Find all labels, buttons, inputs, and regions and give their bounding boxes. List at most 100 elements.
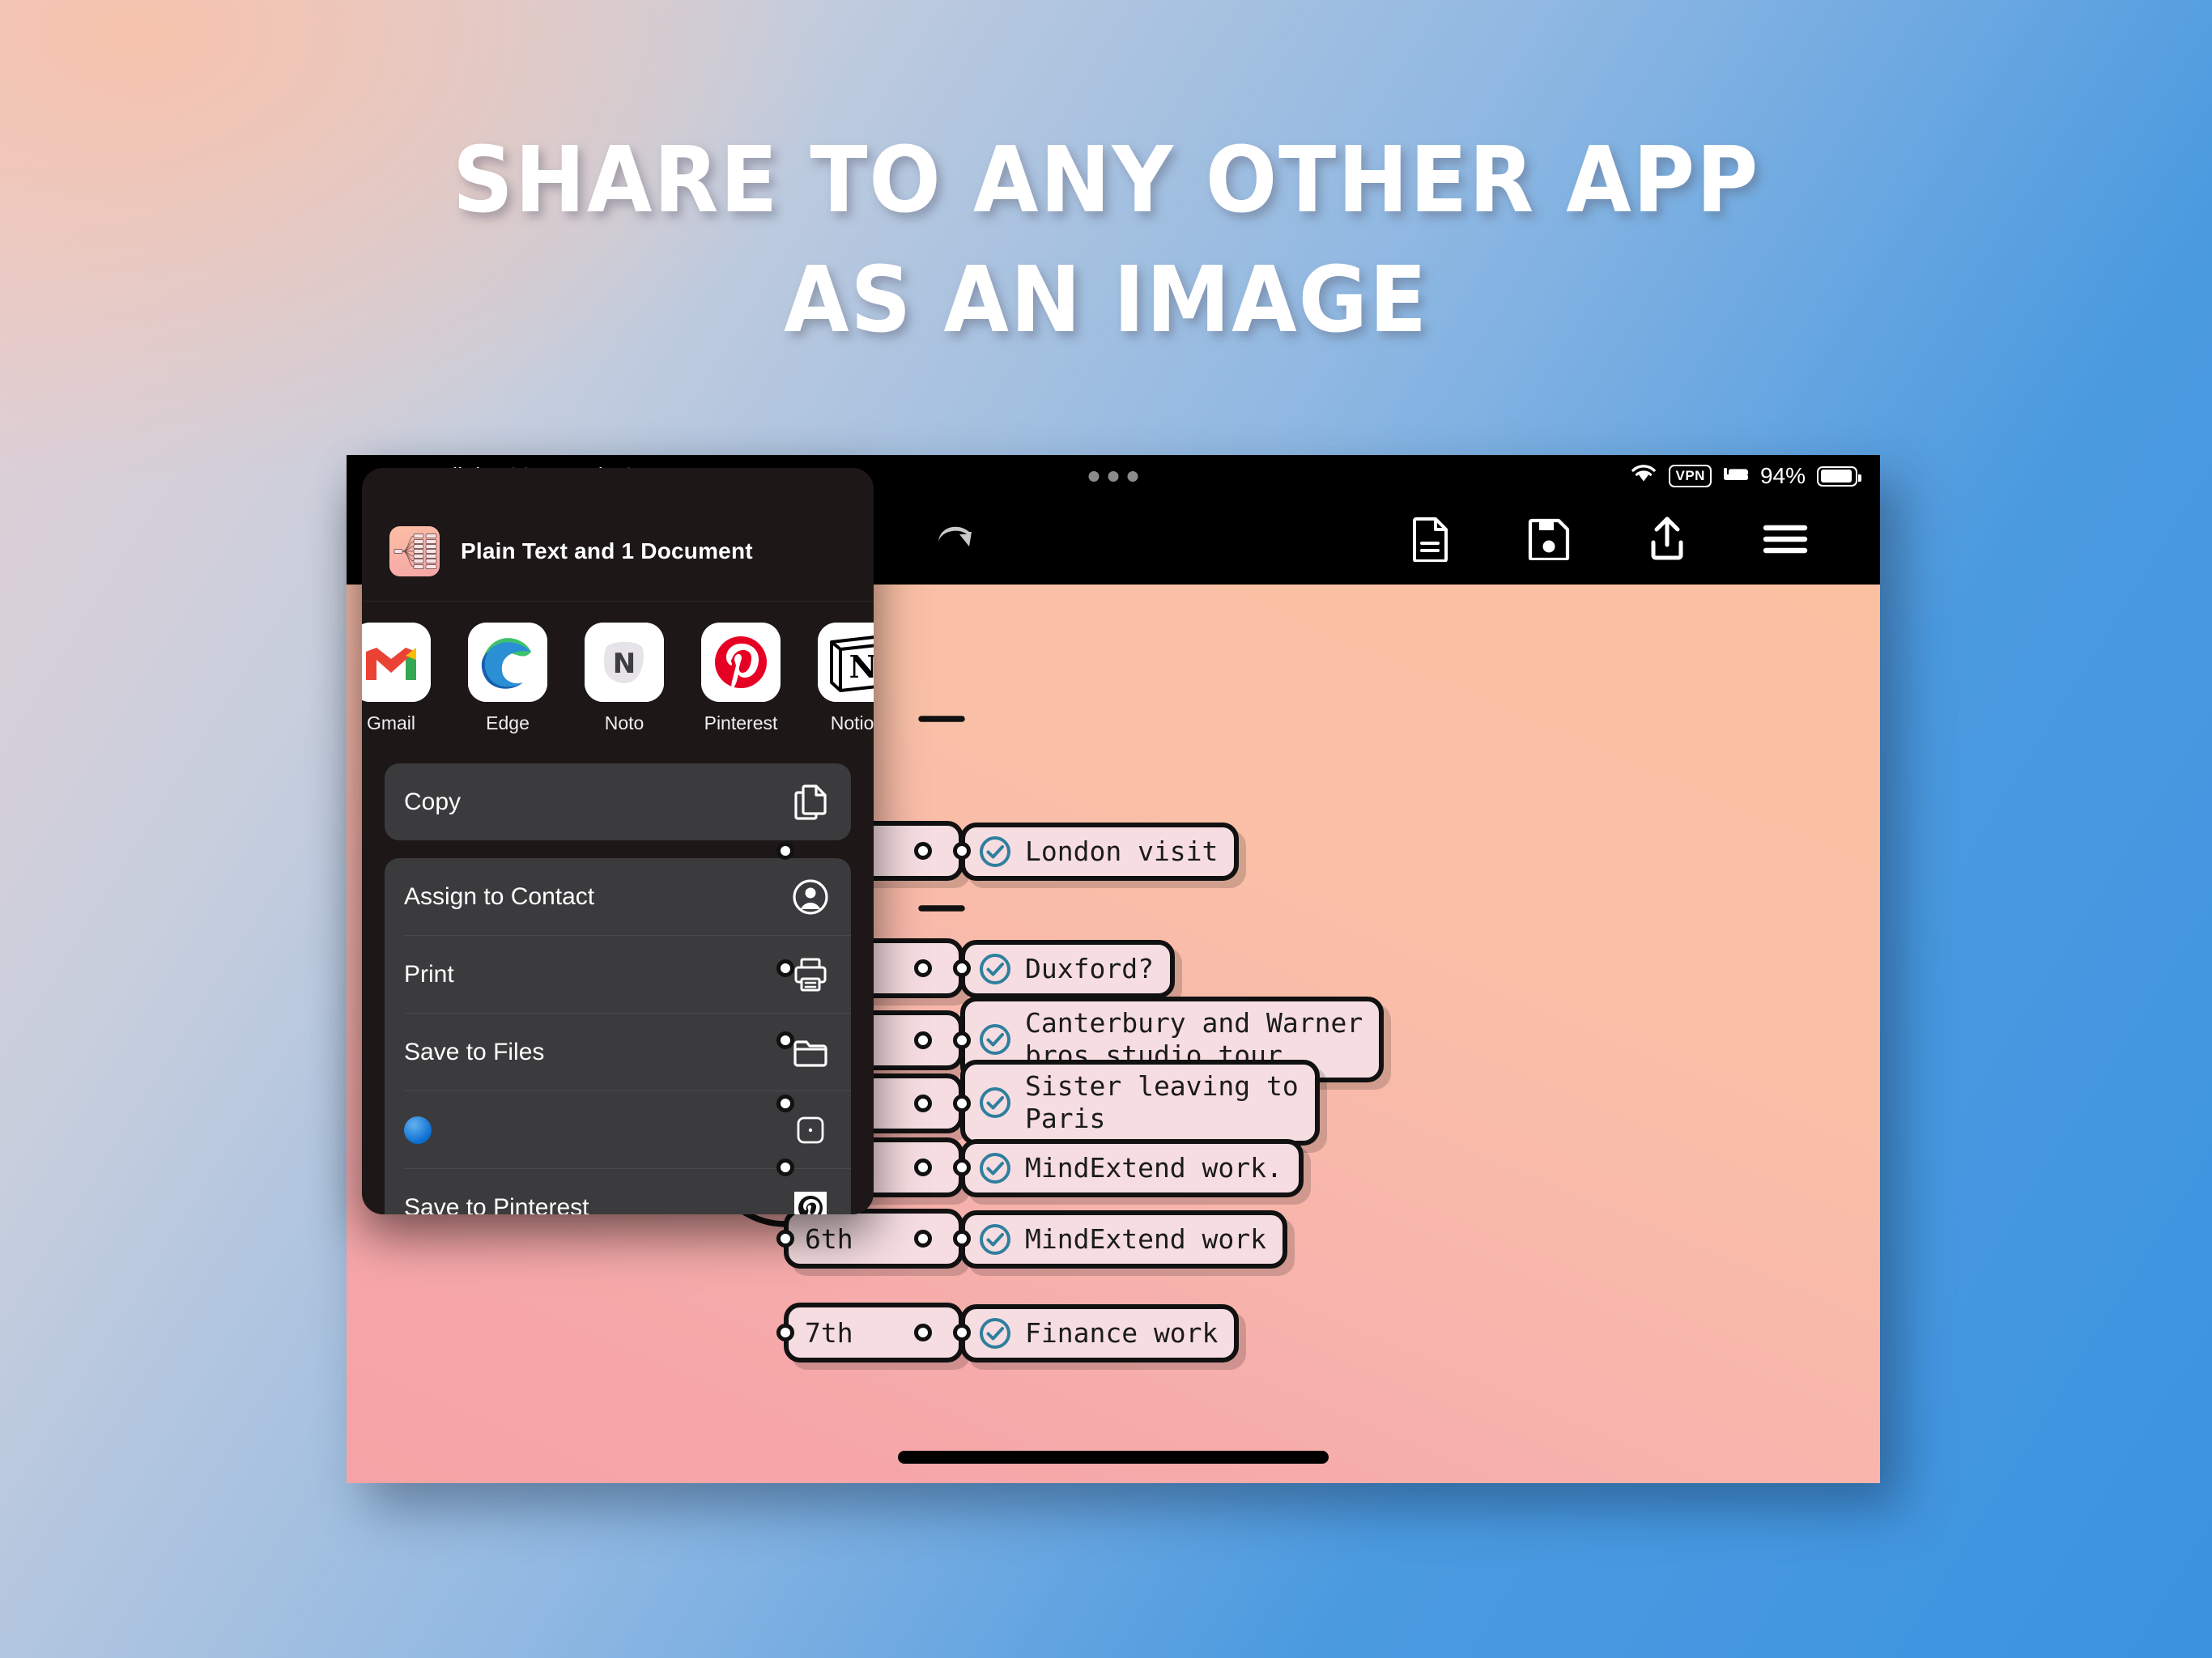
redo-button[interactable] xyxy=(895,521,1013,562)
check-circle-icon[interactable] xyxy=(978,1086,1012,1120)
share-sheet[interactable]: Plain Text and 1 Document Gmail Edge N N… xyxy=(362,468,874,1214)
node-port-in[interactable] xyxy=(776,842,794,860)
share-app-edge[interactable]: Edge xyxy=(449,623,566,734)
notion-icon: N xyxy=(818,623,874,702)
action-row-assign-to-contact[interactable]: Assign to Contact xyxy=(385,858,851,935)
task-label: Sister leaving to Paris xyxy=(1025,1069,1299,1134)
task-label: Duxford? xyxy=(1025,952,1154,984)
document-button[interactable] xyxy=(1372,517,1490,566)
edge-icon xyxy=(468,623,547,702)
task-port[interactable] xyxy=(953,959,971,977)
contact-icon xyxy=(789,876,832,918)
share-app-noto[interactable]: N Noto xyxy=(566,623,683,734)
task-port[interactable] xyxy=(953,1324,971,1341)
share-app-pinterest[interactable]: Pinterest xyxy=(683,623,799,734)
check-circle-icon[interactable] xyxy=(978,835,1012,869)
check-circle-icon[interactable] xyxy=(978,952,1012,986)
headline-line-2: AS AN IMAGE xyxy=(783,247,1429,353)
vpn-badge: VPN xyxy=(1669,465,1712,487)
headline-line-1: SHARE TO ANY OTHER APP xyxy=(452,128,1760,233)
svg-text:N: N xyxy=(613,648,636,680)
task-port[interactable] xyxy=(953,1095,971,1112)
node-port-out[interactable] xyxy=(914,959,932,977)
node-port-in[interactable] xyxy=(776,1230,794,1248)
app-label: Notion xyxy=(830,712,874,733)
app-label: Noto xyxy=(604,712,644,733)
node-label: 7th xyxy=(805,1316,853,1349)
action-label: Save to Files xyxy=(404,1038,545,1065)
share-button[interactable] xyxy=(1608,516,1726,567)
folder-icon xyxy=(789,1031,832,1073)
node-port-in[interactable] xyxy=(776,1324,794,1341)
noto-icon: N xyxy=(585,623,664,702)
save-button[interactable] xyxy=(1490,518,1608,564)
action-label: Copy xyxy=(404,788,462,815)
share-sheet-header: Plain Text and 1 Document xyxy=(362,468,874,601)
share-sheet-title: Plain Text and 1 Document xyxy=(461,538,753,563)
menu-button[interactable] xyxy=(1726,522,1844,560)
task-port[interactable] xyxy=(953,842,971,860)
mindmap-node-task[interactable]: Duxford? xyxy=(960,940,1175,998)
mindmap-node-task[interactable]: London visit xyxy=(960,823,1240,881)
check-circle-icon[interactable] xyxy=(978,1022,1012,1056)
node-port-out[interactable] xyxy=(914,1095,932,1112)
page-title: SHARE TO ANY OTHER APP AS AN IMAGE xyxy=(78,121,2135,361)
task-label: MindExtend work xyxy=(1025,1222,1267,1255)
node-port-in[interactable] xyxy=(776,1158,794,1176)
battery-icon xyxy=(1817,466,1861,487)
mindmap-node-task[interactable]: MindExtend work. xyxy=(960,1139,1304,1197)
app-label: Pinterest xyxy=(704,712,778,733)
mindmap-node-task[interactable]: Finance work xyxy=(960,1304,1240,1363)
copy-icon xyxy=(789,781,832,823)
share-app-row[interactable]: Gmail Edge N Noto Pinterest N Notio xyxy=(362,602,874,747)
hamburger-menu-icon xyxy=(1762,522,1809,560)
mindmap-node-ordinal[interactable]: 7th xyxy=(784,1303,963,1363)
node-port-out[interactable] xyxy=(914,1324,932,1341)
share-action-list[interactable]: Copy Assign to Contact Print Save to Fil… xyxy=(362,747,874,1214)
node-port-out[interactable] xyxy=(914,842,932,860)
battery-percent: 94% xyxy=(1759,463,1806,488)
floppy-save-icon xyxy=(1528,518,1570,564)
task-port[interactable] xyxy=(953,1158,971,1176)
home-indicator[interactable] xyxy=(898,1451,1329,1464)
action-row-save-to-files[interactable]: Save to Files xyxy=(385,1014,851,1090)
task-label: London visit xyxy=(1025,835,1219,867)
node-port-in[interactable] xyxy=(776,959,794,977)
share-app-gmail[interactable]: Gmail xyxy=(362,623,449,734)
mindmap-node-task[interactable]: Sister leaving to Paris xyxy=(960,1060,1320,1146)
node-port-out[interactable] xyxy=(914,1031,932,1049)
task-label: MindExtend work. xyxy=(1025,1151,1283,1184)
share-preview-thumbnail xyxy=(389,526,440,576)
node-port-in[interactable] xyxy=(776,1031,794,1049)
action-label: Save to Pinterest xyxy=(404,1193,589,1215)
action-label: Print xyxy=(404,960,454,988)
check-circle-icon[interactable] xyxy=(978,1151,1012,1185)
node-port-out[interactable] xyxy=(914,1230,932,1248)
mindmap-node-ordinal[interactable]: 6th xyxy=(784,1209,963,1269)
check-circle-icon[interactable] xyxy=(978,1316,1012,1350)
multitask-handle[interactable] xyxy=(1088,471,1138,482)
action-row-save-to-pinterest[interactable]: Save to Pinterest xyxy=(385,1169,851,1214)
action-group-copy[interactable]: Copy xyxy=(385,763,851,840)
printer-icon xyxy=(789,954,832,996)
pinterest-icon xyxy=(701,623,781,702)
check-circle-icon[interactable] xyxy=(978,1222,1012,1256)
action-label: Assign to Contact xyxy=(404,882,595,910)
placeholder-square-icon xyxy=(789,1109,832,1151)
redo-icon xyxy=(930,521,977,562)
action-row-copy[interactable]: Copy xyxy=(385,763,851,840)
svg-text:N: N xyxy=(849,648,874,685)
share-app-notion[interactable]: N Notion xyxy=(799,623,874,734)
task-port[interactable] xyxy=(953,1031,971,1049)
blue-dot-icon xyxy=(404,1116,432,1144)
task-port[interactable] xyxy=(953,1230,971,1248)
app-label: Gmail xyxy=(366,712,416,733)
wifi-icon xyxy=(1630,463,1657,490)
app-label: Edge xyxy=(486,712,530,733)
node-port-out[interactable] xyxy=(914,1158,932,1176)
mindmap-node-task[interactable]: MindExtend work xyxy=(960,1210,1288,1269)
node-label: 6th xyxy=(805,1222,853,1255)
node-port-in[interactable] xyxy=(776,1095,794,1112)
bed-icon xyxy=(1723,463,1749,489)
share-upload-icon xyxy=(1646,516,1688,567)
